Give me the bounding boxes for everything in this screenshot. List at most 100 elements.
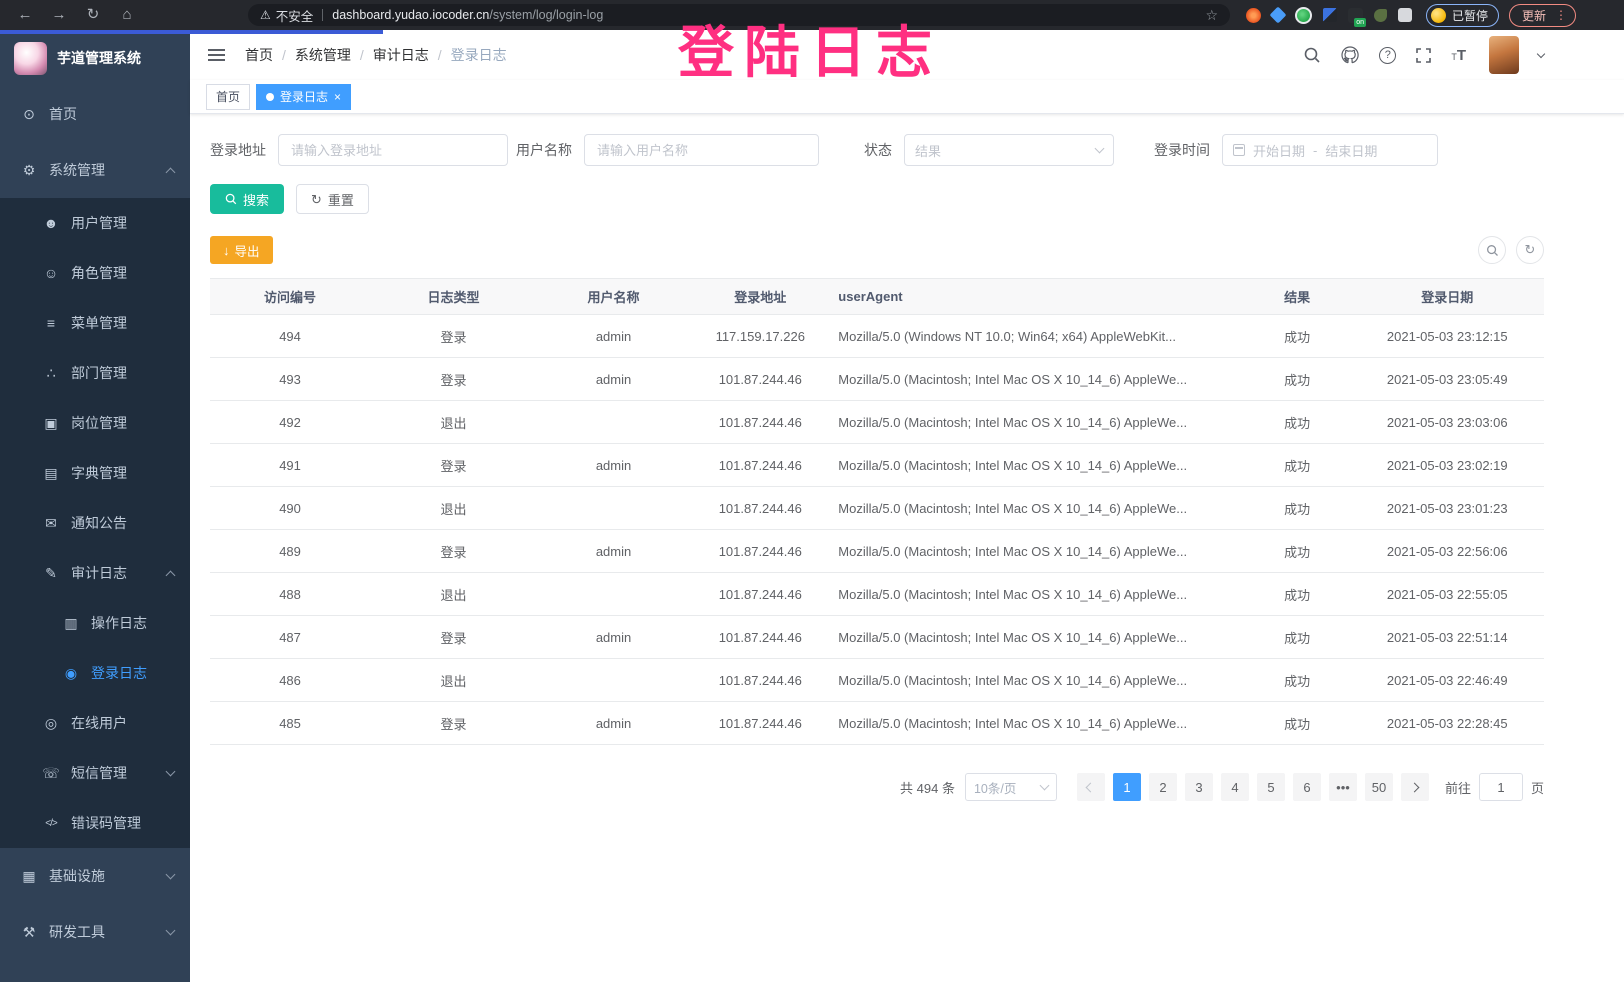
login-time-label: 登录时间 — [1154, 140, 1210, 160]
search-icon[interactable] — [1303, 46, 1321, 64]
security-label[interactable]: 不安全 — [276, 6, 314, 25]
page-button-50[interactable]: 50 — [1365, 773, 1393, 801]
status-select[interactable]: 结果 — [904, 134, 1114, 166]
update-button[interactable]: 更新 ⋮ — [1509, 4, 1576, 27]
pager-ellipsis[interactable]: ••• — [1329, 773, 1357, 801]
breadcrumb-item[interactable]: 系统管理 — [295, 45, 351, 65]
paused-pill[interactable]: 已暂停 — [1426, 4, 1499, 27]
table-cell: 退出 — [370, 573, 537, 616]
sidebar-logo[interactable]: 芋道管理系统 — [0, 30, 190, 86]
table-cell: 成功 — [1244, 487, 1351, 530]
table-cell: 117.159.17.226 — [690, 315, 830, 358]
sidebar-item-menu-management[interactable]: ≡菜单管理 — [0, 298, 190, 348]
table-cell: admin — [537, 444, 690, 487]
table-row: 490退出101.87.244.46Mozilla/5.0 (Macintosh… — [210, 487, 1544, 530]
on-badge: on — [1354, 18, 1366, 27]
sidebar-item-notice-announcement[interactable]: ✉通知公告 — [0, 498, 190, 548]
sidebar-item-audit-log[interactable]: ✎审计日志 — [0, 548, 190, 598]
table-cell: 491 — [210, 444, 370, 487]
browser-menu-icon[interactable]: ⋮ — [1555, 8, 1567, 22]
table-cell: Mozilla/5.0 (Macintosh; Intel Mac OS X 1… — [830, 444, 1244, 487]
sidebar-item-infrastructure[interactable]: ▦基础设施 — [0, 848, 190, 904]
hamburger-icon[interactable] — [206, 45, 227, 65]
back-icon[interactable]: ← — [8, 0, 42, 30]
table-row: 491登录admin101.87.244.46Mozilla/5.0 (Maci… — [210, 444, 1544, 487]
extensions-row: on — [1246, 7, 1412, 24]
sidebar-item-dev-tools[interactable]: ⚒研发工具 — [0, 904, 190, 960]
sidebar-item-role-management[interactable]: ☺角色管理 — [0, 248, 190, 298]
table-row: 485登录admin101.87.244.46Mozilla/5.0 (Maci… — [210, 702, 1544, 745]
table-cell: 101.87.244.46 — [690, 401, 830, 444]
extensions-puzzle-icon[interactable] — [1398, 8, 1412, 22]
extension-grid-icon[interactable] — [1323, 8, 1337, 22]
sidebar-item-post-management[interactable]: ▣岗位管理 — [0, 398, 190, 448]
font-size-icon[interactable]: TT — [1451, 47, 1466, 64]
extension-leaf-icon[interactable] — [1374, 9, 1387, 22]
reset-button[interactable]: ↻ 重置 — [296, 184, 369, 214]
audit-log-icon: ✎ — [42, 565, 60, 582]
export-button[interactable]: ↓ 导出 — [210, 236, 273, 264]
page-button-2[interactable]: 2 — [1149, 773, 1177, 801]
page-button-4[interactable]: 4 — [1221, 773, 1249, 801]
sidebar-item-system-management[interactable]: ⚙系统管理 — [0, 142, 190, 198]
table-tools: ↻ — [1478, 236, 1544, 264]
table-cell: 101.87.244.46 — [690, 702, 830, 745]
breadcrumb-item[interactable]: 首页 — [245, 45, 273, 65]
sidebar-item-user-management[interactable]: ☻用户管理 — [0, 198, 190, 248]
column-header: userAgent — [830, 279, 1244, 315]
table-cell: 2021-05-03 23:12:15 — [1351, 315, 1544, 358]
search-button[interactable]: 搜索 — [210, 184, 284, 214]
tags-bar: 首页登录日志× — [190, 80, 1624, 114]
sidebar-item-sms-management[interactable]: ☏短信管理 — [0, 748, 190, 798]
bookmark-star-icon[interactable]: ☆ — [1205, 7, 1218, 24]
fullscreen-icon[interactable] — [1415, 47, 1432, 64]
sidebar-item-dict-management[interactable]: ▤字典管理 — [0, 448, 190, 498]
extension-orange-icon[interactable] — [1246, 8, 1261, 23]
table-row: 487登录admin101.87.244.46Mozilla/5.0 (Maci… — [210, 616, 1544, 659]
sidebar-item-operation-log[interactable]: ▥操作日志 — [0, 598, 190, 648]
prev-page-button[interactable] — [1077, 773, 1105, 801]
page-button-3[interactable]: 3 — [1185, 773, 1213, 801]
next-page-button[interactable] — [1401, 773, 1429, 801]
refresh-table-button[interactable]: ↻ — [1516, 236, 1544, 264]
page-button-1[interactable]: 1 — [1113, 773, 1141, 801]
total-count: 共 494 条 — [900, 778, 955, 797]
extension-green-icon[interactable] — [1295, 7, 1312, 24]
sidebar-item-label: 角色管理 — [71, 263, 174, 283]
reset-button-label: 重置 — [328, 190, 354, 209]
goto-page-input[interactable] — [1479, 773, 1523, 801]
forward-icon[interactable]: → — [42, 0, 76, 30]
address-bar[interactable]: ⚠ 不安全 dashboard.yudao.iocoder.cn/system/… — [248, 4, 1230, 26]
tab-tag[interactable]: 首页 — [206, 84, 250, 110]
home-icon[interactable]: ⌂ — [110, 0, 144, 30]
page-button-5[interactable]: 5 — [1257, 773, 1285, 801]
sidebar-item-error-code-management[interactable]: </>错误码管理 — [0, 798, 190, 848]
help-icon[interactable]: ? — [1379, 47, 1396, 64]
sidebar-item-login-log[interactable]: ◉登录日志 — [0, 648, 190, 698]
document-icon: ▥ — [62, 615, 80, 632]
extension-gem-icon[interactable] — [1270, 7, 1287, 24]
table-cell: 登录 — [370, 616, 537, 659]
sidebar-item-dept-management[interactable]: ∴部门管理 — [0, 348, 190, 398]
date-range-picker[interactable]: 开始日期 - 结束日期 — [1222, 134, 1438, 166]
reload-icon[interactable]: ↻ — [76, 0, 110, 30]
github-icon[interactable] — [1340, 45, 1360, 65]
sidebar-item-online-users[interactable]: ◎在线用户 — [0, 698, 190, 748]
infra-icon: ▦ — [20, 868, 38, 885]
chevron-down-icon[interactable] — [1537, 49, 1545, 57]
extension-on-icon[interactable]: on — [1348, 8, 1363, 23]
login-address-input[interactable] — [278, 134, 508, 166]
page-size-select[interactable]: 10条/页 — [965, 773, 1057, 801]
top-navbar: 首页/系统管理/审计日志/登录日志 ? TT — [190, 30, 1624, 80]
table-cell: 101.87.244.46 — [690, 358, 830, 401]
column-header: 结果 — [1244, 279, 1351, 315]
user-avatar[interactable] — [1489, 36, 1519, 74]
page-button-6[interactable]: 6 — [1293, 773, 1321, 801]
breadcrumb-item[interactable]: 审计日志 — [373, 45, 429, 65]
sidebar-item-home[interactable]: ⊙首页 — [0, 86, 190, 142]
close-icon[interactable]: × — [334, 91, 341, 103]
toggle-search-button[interactable] — [1478, 236, 1506, 264]
tab-tag[interactable]: 登录日志× — [256, 84, 351, 110]
username-input[interactable] — [584, 134, 819, 166]
table-cell: 2021-05-03 22:46:49 — [1351, 659, 1544, 702]
